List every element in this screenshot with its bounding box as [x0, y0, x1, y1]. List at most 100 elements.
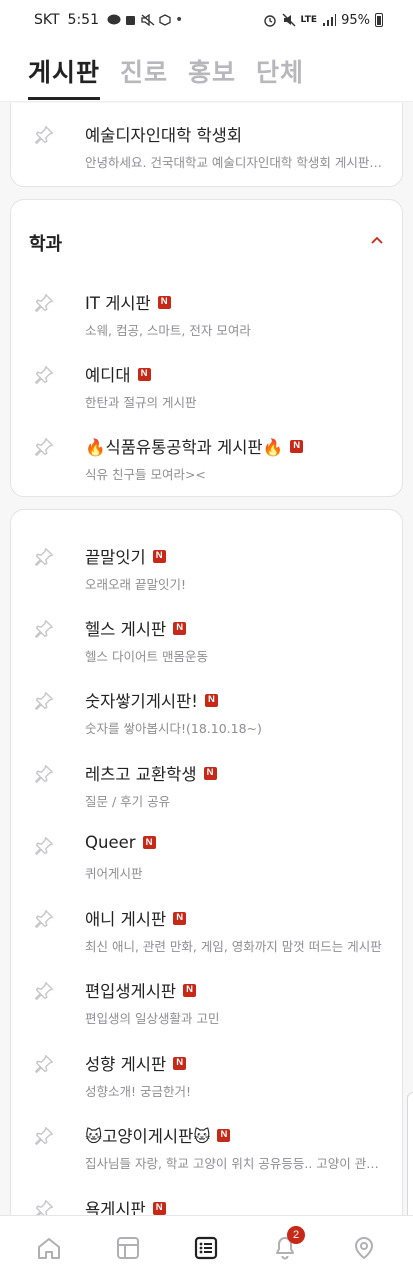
pin-icon[interactable]	[33, 436, 55, 458]
board-title: 애니 게시판	[85, 910, 167, 929]
chat-icon	[107, 14, 121, 25]
board-item[interactable]: 예술디자인대학 학생회 안녕하세요. 건국대학교 예술디자인대학 학생회 게시판…	[11, 118, 404, 180]
new-badge: N	[152, 1201, 166, 1215]
nav-notifications[interactable]: 2	[265, 1226, 306, 1268]
carrier-label: SKT	[34, 12, 60, 28]
bottom-nav: 2	[0, 1215, 413, 1280]
new-badge: N	[183, 983, 197, 997]
board-desc: 숫자를 쌓아봅시다!(18.10.18~)	[85, 721, 262, 736]
new-badge: N	[173, 621, 187, 635]
board-item[interactable]: 성향 게시판 N 성향소개! 궁금한거!	[11, 1047, 404, 1109]
board-title: 레츠고 교환학생	[85, 765, 197, 784]
board-title: 욕게시판	[85, 1200, 146, 1215]
puzzle-icon	[126, 16, 135, 25]
cube-icon	[159, 14, 171, 26]
board-desc: 한탄과 절규의 게시판	[85, 395, 197, 410]
board-desc: 식유 친구들 모여라><	[85, 467, 206, 482]
board-desc: 집사님들 자랑, 학교 고양이 위치 공유등등.. 고양이 관련 게시판	[85, 1156, 385, 1171]
board-list: 예술디자인대학 학생회 안녕하세요. 건국대학교 예술디자인대학 학생회 게시판…	[0, 103, 413, 1215]
board-item[interactable]: 예디대 N 한탄과 절규의 게시판	[11, 358, 404, 420]
nav-campus-pick[interactable]	[344, 1228, 384, 1268]
mute-icon	[141, 14, 155, 26]
board-item[interactable]: 🔥식품유통공학과 게시판🔥 N 식유 친구들 모여라><	[11, 430, 404, 492]
board-desc: 최신 애니, 관련 만화, 게임, 영화까지 맘껏 떠드는 게시판	[85, 939, 382, 954]
pin-icon[interactable]	[33, 1198, 55, 1215]
board-icon	[195, 1236, 218, 1260]
notification-count-badge: 2	[287, 1226, 306, 1244]
timetable-icon	[116, 1237, 139, 1259]
pin-icon[interactable]	[33, 835, 55, 857]
board-item[interactable]: 애니 게시판 N 최신 애니, 관련 만화, 게임, 영화까지 맘껏 떠드는 게시…	[11, 902, 404, 964]
system-indicators: LTE 95%	[263, 13, 383, 28]
pin-icon[interactable]	[33, 1053, 55, 1075]
scroll-handle[interactable]	[407, 1092, 413, 1222]
pin-icon[interactable]	[33, 546, 55, 568]
board-item[interactable]: 욕게시판 N	[11, 1192, 404, 1215]
board-item[interactable]: Queer N 퀴어게시판	[11, 829, 404, 891]
nav-home[interactable]	[29, 1228, 69, 1268]
clock: 5:51	[67, 12, 99, 28]
pin-icon[interactable]	[33, 763, 55, 785]
pin-icon[interactable]	[33, 690, 55, 712]
pin-icon[interactable]	[33, 292, 55, 314]
home-icon	[38, 1238, 61, 1259]
board-title: 🔥식품유통공학과 게시판🔥	[85, 438, 284, 457]
board-title: IT 게시판	[85, 294, 151, 313]
board-title: 끝말잇기	[85, 548, 146, 567]
board-desc: 질문 / 후기 공유	[85, 794, 171, 809]
board-card-top: 예술디자인대학 학생회 안녕하세요. 건국대학교 예술디자인대학 학생회 게시판…	[10, 103, 403, 187]
nav-timetable[interactable]	[108, 1228, 148, 1268]
pin-icon[interactable]	[33, 364, 55, 386]
board-desc: 안녕하세요. 건국대학교 예술디자인대학 학생회 게시판입니다.	[85, 155, 385, 170]
silent-icon	[282, 13, 296, 27]
top-tab-bar: 게시판 진로 홍보 단체	[0, 40, 413, 102]
board-desc: 오래오래 끝말잇기!	[85, 577, 186, 592]
alarm-icon	[263, 15, 276, 27]
pin-icon[interactable]	[33, 124, 55, 146]
status-bar: SKT 5:51 • LTE 95%	[0, 0, 413, 40]
board-title: 예술디자인대학 학생회	[85, 126, 243, 145]
pin-icon[interactable]	[33, 908, 55, 930]
tab-group[interactable]: 단체	[256, 53, 304, 89]
campus-pick-icon	[354, 1236, 373, 1260]
signal-icon	[323, 13, 337, 26]
dept-section-card: 학과 IT 게시판 N 소웨, 컴공, 스마트, 전자 모여라 예디대 N 한탄과 …	[10, 199, 403, 497]
board-item[interactable]: 숫자쌓기게시판! N 숫자를 쌓아봅시다!(18.10.18~)	[11, 684, 404, 746]
board-title: 헬스 게시판	[85, 620, 167, 639]
board-item[interactable]: 끝말잇기 N 오래오래 끝말잇기!	[11, 540, 404, 602]
new-badge: N	[217, 1128, 231, 1142]
new-badge: N	[142, 836, 156, 849]
pin-icon[interactable]	[33, 618, 55, 640]
chevron-up-icon[interactable]	[370, 234, 384, 246]
section-title: 학과	[29, 234, 63, 255]
notification-icons: •	[107, 12, 183, 28]
new-badge: N	[137, 367, 151, 381]
tab-career[interactable]: 진로	[120, 53, 168, 89]
board-item[interactable]: 레츠고 교환학생 N 질문 / 후기 공유	[11, 757, 404, 819]
tab-promotion[interactable]: 홍보	[188, 53, 236, 89]
board-item[interactable]: 🐱고양이게시판🐱 N 집사님들 자랑, 학교 고양이 위치 공유등등.. 고양이 …	[11, 1119, 404, 1181]
network-label: LTE	[300, 15, 318, 25]
board-item[interactable]: IT 게시판 N 소웨, 컴공, 스마트, 전자 모여라	[11, 286, 404, 348]
board-item[interactable]: 편입생게시판 N 편입생의 일상생활과 고민	[11, 974, 404, 1036]
board-desc: 편입생의 일상생활과 고민	[85, 1011, 220, 1026]
board-item[interactable]: 헬스 게시판 N 헬스 다이어트 맨몸운동	[11, 612, 404, 674]
new-badge: N	[157, 295, 171, 309]
board-title: 🐱고양이게시판🐱	[85, 1127, 211, 1146]
nav-board[interactable]	[186, 1228, 226, 1268]
pin-icon[interactable]	[33, 1125, 55, 1147]
board-desc: 성향소개! 궁금한거!	[85, 1084, 191, 1099]
board-desc: 소웨, 컴공, 스마트, 전자 모여라	[85, 323, 251, 338]
battery-icon	[375, 13, 383, 27]
board-desc: 퀴어게시판	[85, 866, 143, 881]
misc-boards-card: 끝말잇기 N 오래오래 끝말잇기! 헬스 게시판 N 헬스 다이어트 맨몸운동 숫자…	[10, 509, 403, 1215]
new-badge: N	[173, 911, 187, 925]
board-title: 편입생게시판	[85, 982, 177, 1001]
new-badge: N	[173, 1056, 187, 1070]
pin-icon[interactable]	[33, 980, 55, 1002]
board-title: 성향 게시판	[85, 1055, 167, 1074]
new-badge: N	[290, 439, 304, 453]
new-badge: N	[203, 766, 217, 780]
board-title: 예디대	[85, 366, 131, 385]
tab-board[interactable]: 게시판	[28, 53, 101, 100]
